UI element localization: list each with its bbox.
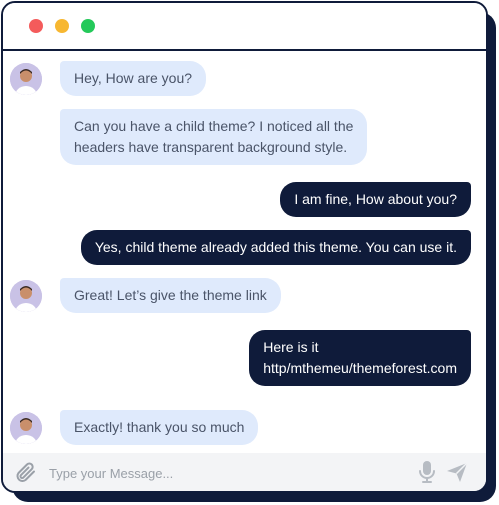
chat-window: Hey, How are you? Can you have a child t…: [1, 1, 488, 493]
message-bubble-incoming: Great! Let’s give the theme link: [60, 278, 281, 313]
user-avatar-icon: [10, 63, 42, 95]
user-avatar-icon: [10, 412, 42, 444]
send-icon[interactable]: [445, 460, 469, 484]
microphone-icon[interactable]: [415, 459, 439, 485]
message-bubble-outgoing: Here is it http/mthemeu/themeforest.com: [249, 330, 471, 386]
maximize-button[interactable]: [81, 19, 95, 33]
user-avatar-icon: [10, 280, 42, 312]
title-bar: [3, 3, 486, 51]
avatar: [10, 280, 42, 312]
close-button[interactable]: [29, 19, 43, 33]
message-bubble-incoming: Can you have a child theme? I noticed al…: [60, 109, 368, 165]
message-bubble-outgoing: Yes, child theme already added this them…: [80, 230, 471, 265]
message-bubble-outgoing: I am fine, How about you?: [280, 182, 471, 217]
minimize-button[interactable]: [55, 19, 69, 33]
message-bubble-incoming: Hey, How are you?: [60, 61, 207, 96]
message-bubble-incoming: Exactly! thank you so much: [60, 410, 259, 445]
message-input[interactable]: [47, 459, 351, 487]
avatar: [10, 412, 42, 444]
avatar: [10, 63, 42, 95]
paperclip-icon[interactable]: [13, 460, 37, 484]
message-composer: [3, 453, 486, 491]
